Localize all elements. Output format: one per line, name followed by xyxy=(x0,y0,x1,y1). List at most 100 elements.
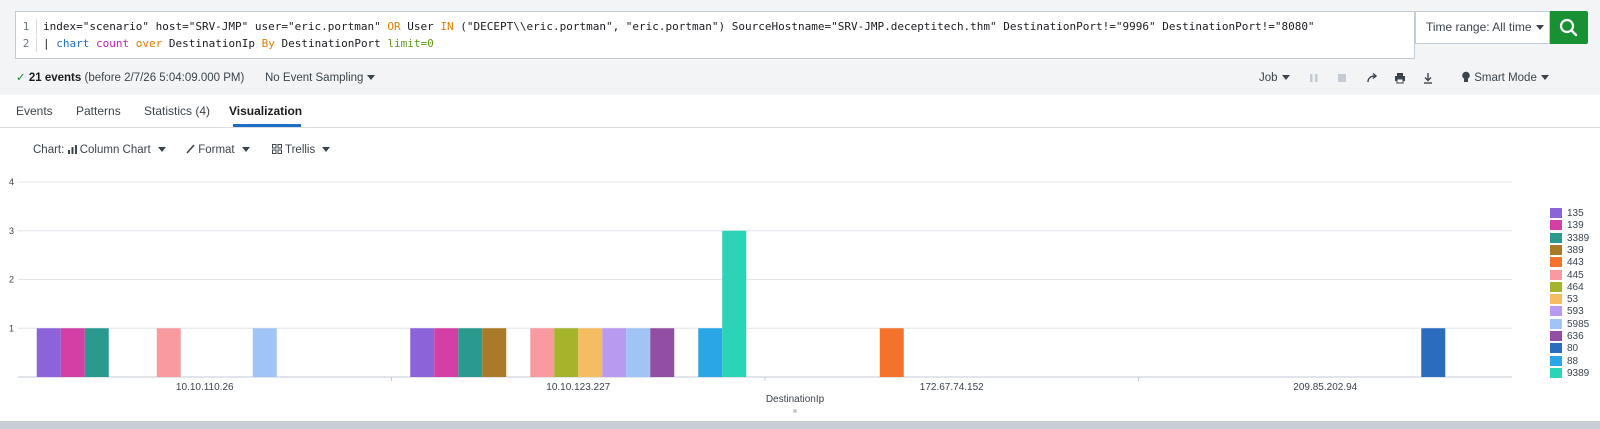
query-text: ("DECEPT\\eric.portman", "eric.portman")… xyxy=(453,20,1315,33)
x-tick-label: 172.67.74.152 xyxy=(920,382,984,393)
chart-bar[interactable] xyxy=(722,230,747,377)
job-menu[interactable]: Job xyxy=(1259,70,1290,86)
chart-bar[interactable] xyxy=(60,328,85,377)
chevron-down-icon xyxy=(1281,75,1290,81)
tab-statistics[interactable]: Statistics (4) xyxy=(144,103,210,119)
time-range-picker[interactable]: Time range: All time xyxy=(1415,11,1550,44)
legend-item[interactable]: 9389 xyxy=(1550,367,1589,379)
bar-chart-icon xyxy=(67,145,77,154)
chart-bar[interactable] xyxy=(1421,328,1446,377)
tab-patterns[interactable]: Patterns xyxy=(76,103,121,119)
legend-label: 445 xyxy=(1567,269,1584,281)
search-button[interactable] xyxy=(1550,11,1588,44)
legend-item[interactable]: 80 xyxy=(1550,343,1578,354)
time-range-label: Time range: All time xyxy=(1426,20,1532,34)
brush-icon xyxy=(186,144,195,154)
query-text: index="scenario" host="SRV-JMP" user="er… xyxy=(43,20,388,33)
legend-item[interactable]: 3389 xyxy=(1550,232,1589,244)
tab-visualization[interactable]: Visualization xyxy=(229,103,302,119)
legend-swatch xyxy=(1550,257,1562,268)
legend-item[interactable]: 389 xyxy=(1550,244,1584,256)
query-keyword-by: By xyxy=(261,37,275,50)
chart-bar[interactable] xyxy=(698,328,723,377)
legend-label: 593 xyxy=(1567,306,1584,318)
trellis-dropdown[interactable]: Trellis xyxy=(272,142,331,158)
chart-bar[interactable] xyxy=(156,328,181,377)
query-operator-or: OR xyxy=(387,20,401,33)
chart-bar[interactable] xyxy=(530,328,555,377)
legend-label: 139 xyxy=(1567,220,1584,232)
chart-bar[interactable] xyxy=(626,328,651,377)
legend-item[interactable]: 139 xyxy=(1550,220,1584,231)
legend-swatch xyxy=(1550,343,1562,354)
print-icon[interactable] xyxy=(1394,72,1406,84)
legend-swatch xyxy=(1550,318,1562,329)
legend-swatch xyxy=(1550,294,1562,305)
legend-item[interactable]: 445 xyxy=(1550,269,1584,281)
results-tabs: Events Patterns Statistics (4) Visualiza… xyxy=(0,95,1600,128)
legend-item[interactable]: 5985 xyxy=(1550,318,1590,330)
chevron-down-icon xyxy=(1540,75,1549,81)
page-footer-bar xyxy=(0,421,1600,429)
format-dropdown[interactable]: Format xyxy=(186,142,250,158)
tab-events[interactable]: Events xyxy=(16,103,53,119)
chart-type-label: Column Chart xyxy=(79,144,151,156)
query-argument: limit=0 xyxy=(387,37,434,50)
query-function: count xyxy=(96,37,130,50)
legend-swatch xyxy=(1550,244,1562,255)
legend-item[interactable]: 636 xyxy=(1550,331,1584,342)
chart-bar[interactable] xyxy=(554,328,579,377)
stop-icon[interactable] xyxy=(1336,72,1348,84)
legend-swatch xyxy=(1550,232,1562,243)
chevron-down-icon xyxy=(367,75,376,81)
search-mode-dropdown[interactable]: Smart Mode xyxy=(1461,70,1549,86)
event-sampling-dropdown[interactable]: No Event Sampling xyxy=(265,70,376,86)
legend-item[interactable]: 443 xyxy=(1550,257,1584,268)
chart-bar[interactable] xyxy=(434,328,459,377)
x-tick-label: 209.85.202.94 xyxy=(1293,382,1357,393)
search-icon xyxy=(1559,18,1578,37)
chart-bar[interactable] xyxy=(602,328,627,377)
chevron-down-icon xyxy=(241,147,250,153)
legend-label: 5985 xyxy=(1567,318,1590,330)
search-mode-label: Smart Mode xyxy=(1474,72,1537,84)
search-bar-area: 1 index="scenario" host="SRV-JMP" user="e… xyxy=(0,0,1600,95)
chart-bar[interactable] xyxy=(650,328,675,377)
chart-bar[interactable] xyxy=(578,328,603,377)
chart-bar[interactable] xyxy=(482,328,507,377)
legend-item[interactable]: 53 xyxy=(1550,294,1578,305)
legend-label: 135 xyxy=(1567,208,1584,219)
legend-item[interactable]: 593 xyxy=(1550,306,1584,317)
pause-icon[interactable] xyxy=(1308,72,1320,84)
legend-swatch xyxy=(1550,220,1562,231)
share-icon[interactable] xyxy=(1366,72,1378,84)
chart-bar[interactable] xyxy=(84,328,109,377)
query-line-1: 1 index="scenario" host="SRV-JMP" user="e… xyxy=(16,19,1315,35)
chart-type-dropdown[interactable]: Chart: Column Chart xyxy=(33,142,166,158)
x-axis-title: DestinationIp xyxy=(766,394,825,405)
legend-swatch xyxy=(1550,367,1562,378)
event-sampling-label: No Event Sampling xyxy=(265,72,364,84)
search-query-editor[interactable]: 1 index="scenario" host="SRV-JMP" user="e… xyxy=(15,11,1415,59)
chart-bar[interactable] xyxy=(879,328,904,377)
chart-bar[interactable] xyxy=(458,328,483,377)
chart-bar[interactable] xyxy=(36,328,61,377)
lightbulb-icon xyxy=(1462,71,1470,82)
chart-bar[interactable] xyxy=(252,328,277,377)
format-label: Format xyxy=(198,144,235,156)
chart-bar[interactable] xyxy=(410,328,435,377)
legend-label: 443 xyxy=(1567,257,1584,269)
legend-item[interactable]: 464 xyxy=(1550,281,1584,293)
line-number: 1 xyxy=(16,19,37,35)
legend-label: 53 xyxy=(1567,294,1579,306)
legend-label: 389 xyxy=(1567,244,1584,256)
legend-swatch xyxy=(1550,269,1562,280)
query-field: DestinationIp xyxy=(168,37,255,50)
job-label: Job xyxy=(1259,72,1278,84)
legend-item[interactable]: 88 xyxy=(1550,355,1578,367)
trellis-grid-icon xyxy=(272,144,282,154)
legend-item[interactable]: 135 xyxy=(1550,208,1584,219)
x-tick-label: 10.10.110.26 xyxy=(176,382,234,393)
download-icon[interactable] xyxy=(1422,72,1434,84)
legend-swatch xyxy=(1550,281,1562,292)
